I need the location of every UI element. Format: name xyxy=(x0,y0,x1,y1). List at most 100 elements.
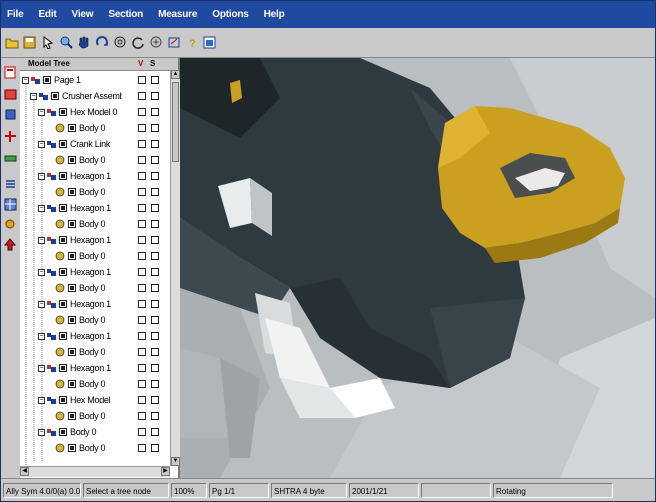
select-checkbox[interactable] xyxy=(151,444,159,452)
scroll-thumb[interactable] xyxy=(172,82,179,162)
tree-node[interactable]: − Hexagon 1 xyxy=(20,168,170,184)
select-checkbox[interactable] xyxy=(151,172,159,180)
visibility-checkbox[interactable] xyxy=(59,204,67,212)
expand-toggle[interactable]: − xyxy=(38,396,45,404)
target-icon[interactable] xyxy=(113,36,127,50)
pointer-icon[interactable] xyxy=(41,36,55,50)
select-checkbox[interactable] xyxy=(151,412,159,420)
tree-node[interactable]: Body 0 xyxy=(20,312,170,328)
show-checkbox[interactable] xyxy=(138,252,146,260)
visibility-checkbox[interactable] xyxy=(59,140,67,148)
select-checkbox[interactable] xyxy=(151,396,159,404)
show-checkbox[interactable] xyxy=(138,236,146,244)
tree-node[interactable]: Body 0 xyxy=(20,408,170,424)
zoom-icon[interactable] xyxy=(59,36,73,50)
tree-node[interactable]: Body 0 xyxy=(20,376,170,392)
visibility-checkbox[interactable] xyxy=(59,300,67,308)
expand-toggle[interactable]: − xyxy=(38,172,45,180)
select-checkbox[interactable] xyxy=(151,348,159,356)
tree-node[interactable]: − Hexagon 1 xyxy=(20,264,170,280)
visibility-checkbox[interactable] xyxy=(68,284,76,292)
menu-options[interactable]: Options xyxy=(212,9,249,20)
measure-icon[interactable] xyxy=(4,152,17,165)
show-checkbox[interactable] xyxy=(138,348,146,356)
tree-node[interactable]: − Hex Model xyxy=(20,392,170,408)
select-checkbox[interactable] xyxy=(151,364,159,372)
menu-edit[interactable]: Edit xyxy=(38,9,56,20)
select-checkbox[interactable] xyxy=(151,204,159,212)
list-icon[interactable] xyxy=(4,178,17,191)
scroll-left-button[interactable]: ◀ xyxy=(20,467,29,476)
visibility-checkbox[interactable] xyxy=(68,348,76,356)
select-checkbox[interactable] xyxy=(151,156,159,164)
tree-node[interactable]: − Hexagon 1 xyxy=(20,328,170,344)
visibility-checkbox[interactable] xyxy=(68,252,76,260)
tree-node[interactable]: − Body 0 xyxy=(20,424,170,440)
tree-node[interactable]: − Crusher Assembly xyxy=(20,88,170,104)
show-checkbox[interactable] xyxy=(138,380,146,388)
visibility-checkbox[interactable] xyxy=(59,364,67,372)
visibility-checkbox[interactable] xyxy=(59,172,67,180)
tree-node[interactable]: − Hex Model 0 xyxy=(20,104,170,120)
tree-horizontal-scrollbar[interactable]: ◀ ▶ xyxy=(20,466,170,477)
show-checkbox[interactable] xyxy=(138,188,146,196)
expand-toggle[interactable]: − xyxy=(38,428,45,436)
tree-node[interactable]: − Hexagon 1 xyxy=(20,232,170,248)
orbit-icon[interactable] xyxy=(131,36,145,50)
tree-node[interactable]: Body 0 xyxy=(20,216,170,232)
select-checkbox[interactable] xyxy=(151,268,159,276)
show-checkbox[interactable] xyxy=(138,444,146,452)
expand-toggle[interactable]: − xyxy=(38,268,45,276)
visibility-checkbox[interactable] xyxy=(68,316,76,324)
tree-vertical-scrollbar[interactable]: ▲ ▼ xyxy=(170,70,180,466)
expand-toggle[interactable]: − xyxy=(38,332,45,340)
grid-icon[interactable] xyxy=(4,198,17,211)
show-checkbox[interactable] xyxy=(138,268,146,276)
layer-icon[interactable] xyxy=(4,88,17,101)
visibility-checkbox[interactable] xyxy=(59,108,67,116)
select-checkbox[interactable] xyxy=(151,300,159,308)
show-checkbox[interactable] xyxy=(138,284,146,292)
save-icon[interactable] xyxy=(23,36,37,50)
open-folder-icon[interactable] xyxy=(5,36,19,50)
model-icon[interactable] xyxy=(4,108,17,121)
select-checkbox[interactable] xyxy=(151,140,159,148)
show-checkbox[interactable] xyxy=(138,316,146,324)
tree-node[interactable]: Body 0 xyxy=(20,152,170,168)
select-checkbox[interactable] xyxy=(151,332,159,340)
lights-icon[interactable] xyxy=(4,218,17,231)
menu-measure[interactable]: Measure xyxy=(158,9,197,20)
page-icon[interactable] xyxy=(4,66,17,79)
select-checkbox[interactable] xyxy=(151,428,159,436)
show-checkbox[interactable] xyxy=(138,396,146,404)
tree-node[interactable]: − Crank Link xyxy=(20,136,170,152)
tree-node[interactable]: Body 0 xyxy=(20,280,170,296)
scroll-right-button[interactable]: ▶ xyxy=(161,467,170,476)
visibility-checkbox[interactable] xyxy=(59,428,67,436)
show-checkbox[interactable] xyxy=(138,156,146,164)
menu-file[interactable]: File xyxy=(7,9,24,20)
expand-toggle[interactable]: − xyxy=(38,236,45,244)
tree-node[interactable]: Body 0 xyxy=(20,440,170,456)
3d-viewport[interactable] xyxy=(180,58,655,478)
scroll-up-button[interactable]: ▲ xyxy=(171,70,180,79)
visibility-checkbox[interactable] xyxy=(59,236,67,244)
expand-toggle[interactable]: − xyxy=(30,92,37,100)
show-checkbox[interactable] xyxy=(138,428,146,436)
show-checkbox[interactable] xyxy=(138,124,146,132)
visibility-checkbox[interactable] xyxy=(68,124,76,132)
menu-section[interactable]: Section xyxy=(108,9,143,20)
select-checkbox[interactable] xyxy=(151,380,159,388)
marker-icon[interactable] xyxy=(4,238,17,251)
select-checkbox[interactable] xyxy=(151,188,159,196)
select-checkbox[interactable] xyxy=(151,124,159,132)
show-checkbox[interactable] xyxy=(138,364,146,372)
rotate-icon[interactable] xyxy=(95,36,109,50)
tree-node[interactable]: Body 0 xyxy=(20,344,170,360)
show-checkbox[interactable] xyxy=(138,412,146,420)
show-checkbox[interactable] xyxy=(138,300,146,308)
visibility-checkbox[interactable] xyxy=(68,412,76,420)
menu-help[interactable]: Help xyxy=(264,9,285,20)
visibility-checkbox[interactable] xyxy=(68,188,76,196)
select-checkbox[interactable] xyxy=(151,252,159,260)
